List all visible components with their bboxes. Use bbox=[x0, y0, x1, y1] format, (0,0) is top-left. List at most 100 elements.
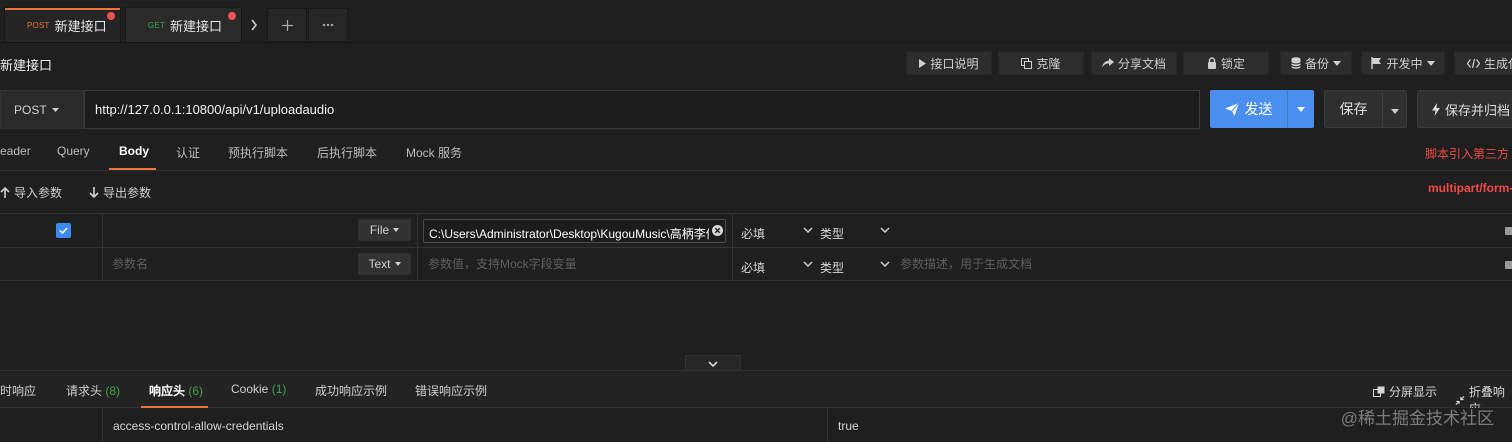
more-tabs-button[interactable] bbox=[308, 8, 348, 42]
param-value-field[interactable]: C:\Users\Administrator\Desktop\KugouMusi… bbox=[423, 219, 726, 243]
tab-label: 成功响应示例 bbox=[315, 384, 388, 398]
clear-icon[interactable] bbox=[712, 225, 723, 236]
tab-cookie[interactable]: Cookie (1) bbox=[231, 382, 286, 396]
tab-pre-script[interactable]: 预执行脚本 bbox=[228, 144, 288, 161]
arrow-up-icon bbox=[0, 187, 10, 198]
plus-icon bbox=[281, 19, 293, 31]
caret-down-icon bbox=[1297, 106, 1305, 112]
param-required-select[interactable]: 必填 bbox=[741, 259, 765, 276]
tab-response-headers[interactable]: 响应头 (6) bbox=[149, 382, 203, 399]
caret-down-icon bbox=[393, 228, 400, 232]
save-archive-button-label: 保存并归档 bbox=[1445, 102, 1511, 118]
column-divider bbox=[102, 408, 103, 442]
import-params-label: 导入参数 bbox=[14, 186, 63, 200]
param-value-input[interactable] bbox=[428, 257, 723, 271]
chevron-down-icon[interactable] bbox=[880, 227, 890, 233]
arrow-down-icon bbox=[89, 187, 99, 198]
generate-code-button[interactable]: 生成代 bbox=[1454, 51, 1512, 75]
tab-label: 时响应 bbox=[0, 384, 37, 398]
tab-request-headers[interactable]: 请求头 (8) bbox=[66, 382, 120, 399]
unsaved-dot-icon bbox=[107, 12, 115, 20]
tab-auth[interactable]: 认证 bbox=[176, 144, 200, 161]
share-icon bbox=[1101, 58, 1114, 68]
params-table: File C:\Users\Administrator\Desktop\Kugo… bbox=[0, 213, 1512, 281]
tab-mock-service[interactable]: Mock 服务 bbox=[406, 144, 462, 161]
param-description-input[interactable] bbox=[900, 257, 1200, 271]
import-params-button[interactable]: 导入参数 bbox=[0, 184, 62, 201]
checkmark-icon bbox=[59, 227, 68, 234]
tab-query[interactable]: Query bbox=[57, 144, 90, 158]
export-params-button[interactable]: 导出参数 bbox=[89, 184, 151, 201]
tab-label: 错误响应示例 bbox=[415, 384, 488, 398]
save-button[interactable]: 保存 bbox=[1324, 90, 1407, 128]
caret-down-icon bbox=[51, 107, 59, 112]
backup-dropdown[interactable]: 备份 bbox=[1280, 51, 1352, 75]
table-row: access-control-allow-credentials true bbox=[0, 408, 1512, 442]
table-row: File C:\Users\Administrator\Desktop\Kugo… bbox=[0, 214, 1512, 248]
param-required-select[interactable]: 必填 bbox=[741, 225, 765, 242]
param-name-input[interactable] bbox=[112, 257, 342, 271]
send-button[interactable]: 发送 bbox=[1210, 90, 1314, 128]
tab-error-example[interactable]: 错误响应示例 bbox=[415, 382, 487, 399]
param-datatype-select[interactable]: 类型 bbox=[820, 259, 844, 276]
chevron-down-icon[interactable] bbox=[803, 261, 813, 267]
save-archive-button[interactable]: 保存并归档 bbox=[1417, 90, 1512, 128]
chevron-down-icon[interactable] bbox=[803, 227, 813, 233]
tab-header[interactable]: eader bbox=[0, 144, 31, 158]
split-screen-icon bbox=[1373, 386, 1385, 397]
header-value: true bbox=[838, 419, 859, 433]
tab-post-new-endpoint[interactable]: POST 新建接口 bbox=[4, 7, 121, 42]
tab-label: 请求头 bbox=[66, 384, 103, 398]
doc-button-label: 接口说明 bbox=[930, 56, 979, 71]
chevron-down-icon[interactable] bbox=[880, 261, 890, 267]
tab-post-script[interactable]: 后执行脚本 bbox=[317, 144, 377, 161]
watermark: @稀土掘金技术社区 bbox=[1340, 409, 1494, 428]
send-options-button[interactable] bbox=[1288, 106, 1314, 112]
method-select[interactable]: POST bbox=[0, 90, 84, 129]
header-key: access-control-allow-credentials bbox=[113, 419, 284, 433]
clone-button-label: 克隆 bbox=[1036, 56, 1061, 71]
clone-button[interactable]: 克隆 bbox=[998, 51, 1084, 75]
url-input[interactable] bbox=[84, 90, 1200, 129]
script-import-link[interactable]: 脚本引入第三方 bbox=[1425, 145, 1509, 162]
param-datatype-select[interactable]: 类型 bbox=[820, 225, 844, 242]
param-type-value: File bbox=[369, 223, 390, 237]
status-dropdown[interactable]: 开发中 bbox=[1361, 51, 1445, 75]
code-icon bbox=[1467, 58, 1480, 68]
content-type-label[interactable]: multipart/form- bbox=[1428, 181, 1512, 195]
page-title: 新建接口 bbox=[0, 58, 53, 73]
tab-body[interactable]: Body bbox=[119, 144, 149, 158]
tab-method-badge: GET bbox=[148, 20, 166, 30]
backup-dropdown-label: 备份 bbox=[1304, 56, 1329, 71]
param-type-select[interactable]: File bbox=[358, 219, 411, 241]
table-row: Text 必填 类型 bbox=[0, 248, 1512, 282]
tab-count: (6) bbox=[188, 384, 204, 398]
tab-success-example[interactable]: 成功响应示例 bbox=[315, 382, 387, 399]
split-view-button[interactable]: 分屏显示 bbox=[1373, 383, 1437, 400]
add-tab-button[interactable] bbox=[267, 8, 307, 42]
share-doc-button[interactable]: 分享文档 bbox=[1091, 51, 1177, 75]
lock-button[interactable]: 锁定 bbox=[1183, 51, 1269, 75]
caret-down-icon bbox=[394, 262, 401, 266]
collapse-panel-button[interactable] bbox=[685, 355, 741, 371]
param-enabled-checkbox[interactable] bbox=[56, 223, 71, 238]
tab-label: Cookie bbox=[231, 382, 269, 396]
column-divider bbox=[827, 408, 828, 442]
lock-button-label: 锁定 bbox=[1220, 56, 1245, 71]
tab-get-new-endpoint[interactable]: GET 新建接口 bbox=[125, 7, 242, 42]
doc-button[interactable]: 接口说明 bbox=[906, 51, 992, 75]
param-type-select[interactable]: Text bbox=[358, 253, 411, 275]
chevron-right-icon bbox=[251, 19, 258, 31]
tab-count: (8) bbox=[105, 384, 121, 398]
send-button-label: 发送 bbox=[1244, 101, 1273, 117]
tab-scroll-right-button[interactable] bbox=[243, 8, 265, 42]
split-view-label: 分屏显示 bbox=[1389, 385, 1438, 399]
save-options-button[interactable] bbox=[1383, 101, 1406, 117]
lock-icon bbox=[1207, 57, 1216, 69]
status-dropdown-label: 开发中 bbox=[1386, 56, 1423, 71]
tab-realtime-response[interactable]: 时响应 bbox=[0, 382, 36, 399]
database-icon bbox=[1290, 57, 1301, 69]
row-menu-icon[interactable] bbox=[1505, 259, 1512, 271]
tab-method-badge: POST bbox=[27, 20, 50, 30]
row-menu-icon[interactable] bbox=[1505, 225, 1512, 237]
